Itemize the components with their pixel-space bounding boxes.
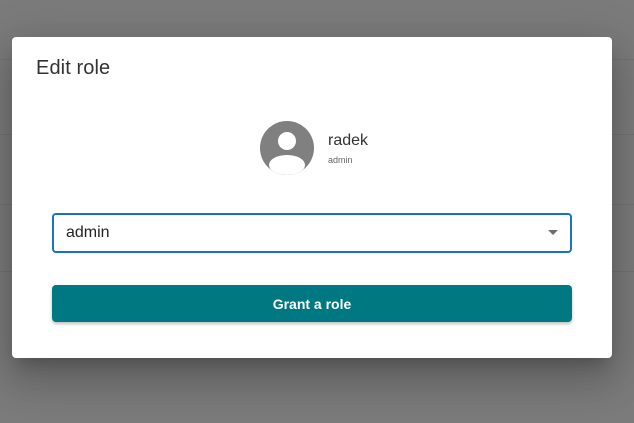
user-role: admin [328, 154, 353, 165]
role-select[interactable]: admin [52, 213, 572, 253]
user-name: radek [328, 131, 369, 149]
role-select-value: admin [66, 224, 110, 241]
user-info: radek admin [260, 121, 368, 175]
account-circle-icon [260, 121, 314, 175]
user-text: radek admin [328, 132, 368, 165]
dialog-title: Edit role [36, 57, 111, 79]
grant-role-button[interactable]: Grant a role [52, 285, 572, 322]
edit-role-dialog: Edit role radek admin admin Grant a role [12, 37, 612, 358]
dropdown-arrow-icon[interactable] [548, 230, 558, 235]
